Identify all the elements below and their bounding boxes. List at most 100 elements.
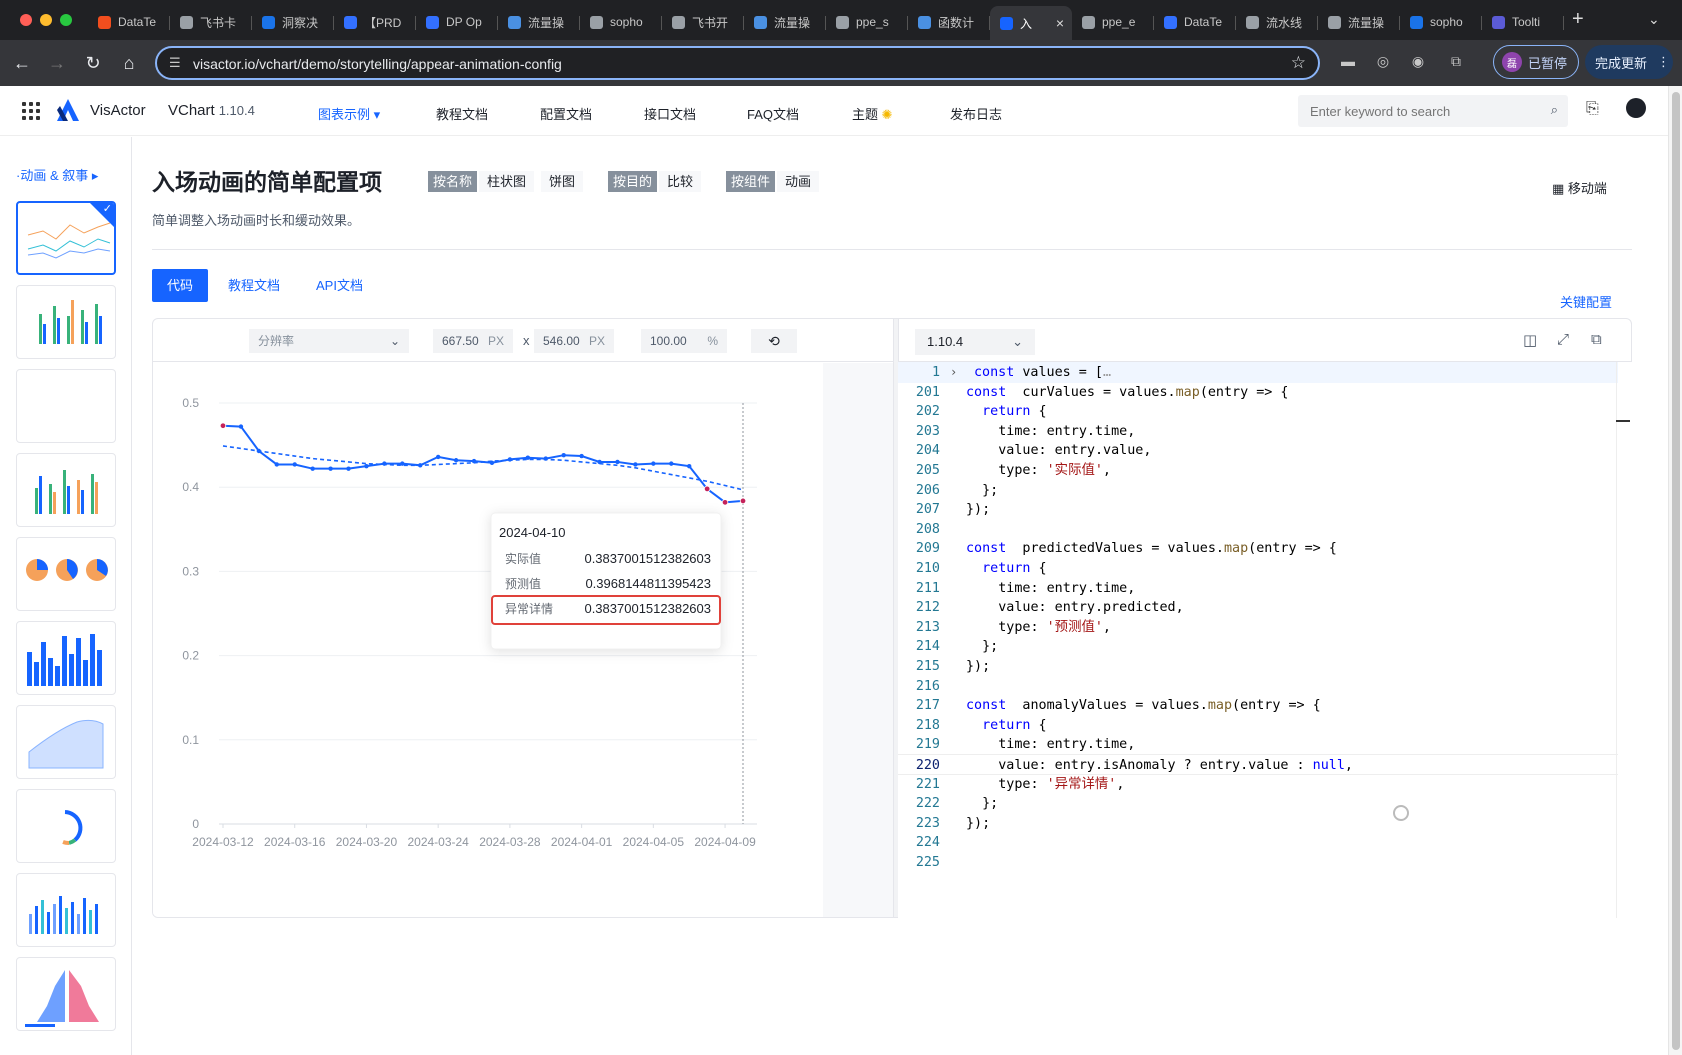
close-tab-icon[interactable]: × [1056,15,1064,31]
search-icon[interactable]: ⌕ [1551,102,1558,118]
minimize-window-button[interactable] [40,14,52,26]
browser-tab[interactable]: 洞察决 [252,8,334,36]
width-input[interactable]: 667.50 PX [433,329,513,353]
code-line[interactable]: 204 value: entry.value, [898,440,1618,461]
reload-icon[interactable]: ↻ [80,50,106,76]
site-search[interactable]: ⌕ [1298,95,1568,127]
example-thumb-gauge[interactable] [16,789,116,863]
browser-tab[interactable]: 【PRD [334,8,416,36]
example-thumb-area[interactable] [16,705,116,779]
example-thumb-bar-4[interactable] [16,873,116,947]
forward-arrow-icon[interactable]: → [44,50,70,76]
code-line[interactable]: 221 type: '异常详情', [898,774,1618,795]
browser-tab[interactable]: ppe_e [1072,8,1154,36]
nav-theme[interactable]: 主题 ✺ [852,104,893,123]
code-line[interactable]: 220 value: entry.isAnomaly ? entry.value… [898,754,1618,775]
visactor-logo-icon[interactable] [56,98,80,122]
version-select[interactable]: 1.10.4 ⌄ [915,329,1035,355]
code-line[interactable]: 212 value: entry.predicted, [898,597,1618,618]
nav-changelog[interactable]: 发布日志 [950,104,1002,123]
browser-tab[interactable]: 入 × [990,6,1072,40]
code-line[interactable]: 225 [898,852,1618,873]
sidebar-section-title[interactable]: ·动画 & 叙事 ▸ [16,165,98,184]
browser-tab[interactable]: 飞书卡 [170,8,252,36]
nav-examples[interactable]: 图表示例 ▾ [318,104,380,123]
tab-api[interactable]: API文档 [301,269,378,302]
editor-scrollbar[interactable] [1616,362,1632,918]
code-line[interactable]: 208 [898,519,1618,540]
example-thumb-bar-3[interactable] [16,621,116,695]
copy-icon[interactable]: ⧉ [1591,331,1602,348]
browser-tab[interactable]: 函数计 [908,8,990,36]
example-thumb-pie[interactable] [16,537,116,611]
address-bar[interactable]: ☰ visactor.io/vchart/demo/storytelling/a… [155,46,1320,80]
browser-tab[interactable]: DP Op [416,8,498,36]
height-input[interactable]: 546.00 PX [534,329,614,353]
example-thumb-bar-2[interactable] [16,453,116,527]
fullscreen-icon[interactable]: ⤢ [1557,331,1569,348]
mobile-view-button[interactable]: ▦ 移动端 [1552,178,1607,197]
rotate-icon[interactable]: ⟲ [751,329,797,353]
home-icon[interactable]: ⌂ [116,50,142,76]
site-info-icon[interactable]: ☰ [169,55,181,71]
close-window-button[interactable] [20,14,32,26]
page-scrollbar-thumb[interactable] [1672,92,1680,1050]
extension-icon-1[interactable]: ▬ [1338,53,1358,73]
nav-tutorials[interactable]: 教程文档 [436,104,488,123]
code-line[interactable]: 213 type: '预测值', [898,617,1618,638]
split-layout-icon[interactable]: ◫ [1523,331,1537,349]
tag-compare[interactable]: 比较 [659,171,702,192]
nav-api[interactable]: 接口文档 [644,104,696,123]
code-line[interactable]: 223}); [898,813,1618,834]
code-line[interactable]: 210 return { [898,558,1618,579]
nav-options[interactable]: 配置文档 [540,104,592,123]
profile-paused-button[interactable]: 磊 已暂停 [1493,45,1579,79]
resolution-select[interactable]: 分辨率 ⌄ [249,329,409,353]
maximize-window-button[interactable] [60,14,72,26]
extension-icon-3[interactable]: ◉ [1408,53,1428,73]
apps-grid-icon[interactable] [22,102,40,120]
code-line[interactable]: 214 }; [898,636,1618,657]
code-line[interactable]: 209 const predictedValues = values.map(en… [898,538,1618,559]
example-thumb-blank[interactable] [16,369,116,443]
code-line[interactable]: 218 return { [898,715,1618,736]
update-button[interactable]: 完成更新 ⋮ [1585,45,1673,79]
browser-tab[interactable]: DataTe [88,8,170,36]
bookmark-star-icon[interactable]: ☆ [1291,53,1306,73]
translate-icon[interactable]: ⎘ [1586,100,1599,118]
tab-search-chevron-icon[interactable]: ⌄ [1648,11,1660,28]
nav-faq[interactable]: FAQ文档 [747,104,799,123]
fold-chevron-icon[interactable]: › [950,362,957,383]
browser-tab[interactable]: 流量操 [744,8,826,36]
tag-pie-chart[interactable]: 饼图 [541,171,584,192]
more-menu-icon[interactable]: ⋮ [1657,54,1670,70]
tag-animation[interactable]: 动画 [777,171,820,192]
tab-code[interactable]: 代码 [152,269,209,302]
line-chart[interactable]: 0 0.1 0.2 0.3 0.4 0.5 2024-03-12 2024-03-16 2024… [153,363,823,918]
product-name[interactable]: VChart 1.10.4 [168,102,255,119]
brand-name[interactable]: VisActor [90,102,146,119]
key-config-link[interactable]: 关键配置 [1560,292,1612,311]
code-editor[interactable]: 1 › const values = [… 201 const curValues = … [898,362,1632,918]
code-line[interactable]: 217 const anomalyValues = values.map(entr… [898,695,1618,716]
browser-tab[interactable]: ppe_s [826,8,908,36]
browser-tab[interactable]: Toolti [1482,8,1564,36]
zoom-input[interactable]: 100.00% [641,329,727,353]
code-line[interactable]: 215}); [898,656,1618,677]
browser-tab[interactable]: 流量操 [1318,8,1400,36]
example-thumb-line-selected[interactable]: ✓ [16,201,116,275]
example-thumb-population[interactable] [16,957,116,1031]
code-line[interactable]: 224 [898,832,1618,853]
example-thumb-bar-1[interactable] [16,285,116,359]
back-arrow-icon[interactable]: ← [9,50,35,76]
search-input[interactable] [1298,95,1528,127]
github-icon[interactable] [1626,98,1646,118]
code-line[interactable]: 205 type: '实际值', [898,460,1618,481]
browser-tab[interactable]: 流量操 [498,8,580,36]
code-line[interactable]: 216 [898,676,1618,697]
code-line[interactable]: 201 const curValues = values.map(entry =>… [898,382,1618,403]
code-line[interactable]: 211 time: entry.time, [898,578,1618,599]
code-line[interactable]: 206 }; [898,480,1618,501]
chart-preview[interactable]: 0 0.1 0.2 0.3 0.4 0.5 2024-03-12 2024-03-16 2024… [153,363,823,918]
extensions-puzzle-icon[interactable]: ⧉ [1446,53,1466,73]
